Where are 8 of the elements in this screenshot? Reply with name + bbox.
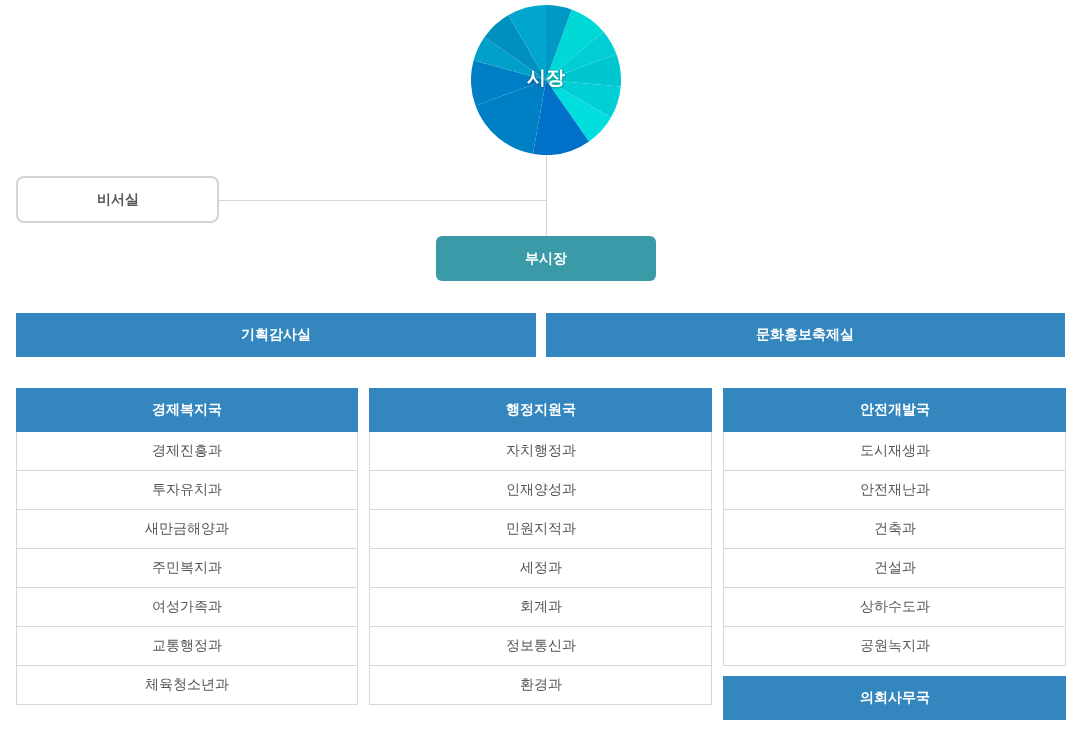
mayor-label: 시장	[526, 65, 566, 90]
bureau-header[interactable]: 행정지원국	[369, 388, 712, 432]
secretary-node[interactable]: 비서실	[16, 176, 219, 223]
office-header[interactable]: 문화홍보축제실	[545, 313, 1065, 357]
office-header[interactable]: 기획감사실	[16, 313, 536, 357]
bureau-header[interactable]: 경제복지국	[16, 388, 358, 432]
bureau-header[interactable]: 안전개발국	[723, 388, 1066, 432]
council-header[interactable]: 의회사무국	[723, 676, 1066, 720]
